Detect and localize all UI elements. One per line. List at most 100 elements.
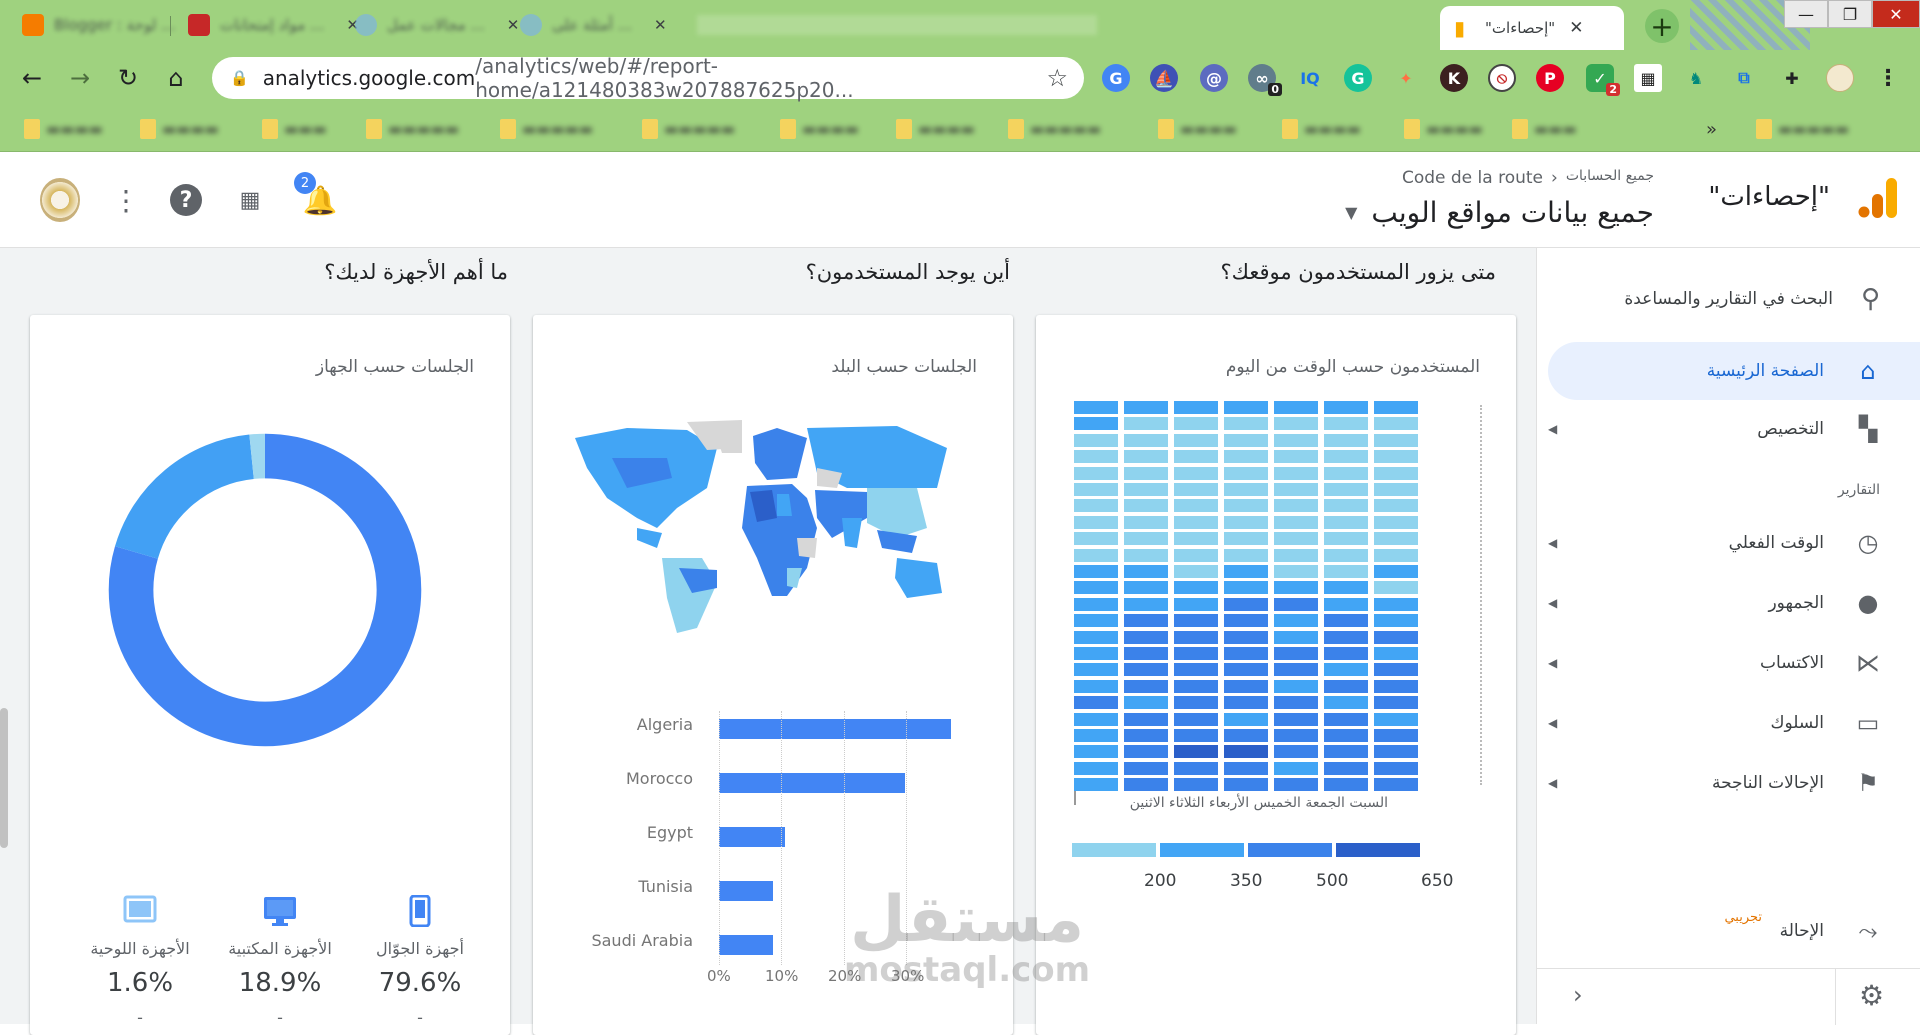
heatmap-cell — [1224, 630, 1268, 644]
bookmark-folder[interactable]: ▬▬▬▬▬ — [1008, 118, 1101, 140]
heatmap-cell — [1224, 499, 1268, 513]
forward-button[interactable]: → — [62, 60, 98, 96]
heatmap-cell — [1074, 499, 1118, 513]
card-sessions-by-device: الجلسات حسب الجهاز أجهزة الجوّال 79.6% -… — [30, 315, 510, 1035]
sidebar-item-behavior[interactable]: ▭ السلوك ◀ — [1536, 694, 1920, 752]
sidebar-item-acquisition[interactable]: ⋊ الاكتساب ◀ — [1536, 634, 1920, 692]
sidebar-item-conversions[interactable]: ⚑ الإحالات الناجحة ◀ — [1536, 754, 1920, 812]
reload-button[interactable]: ↻ — [110, 60, 146, 96]
heatmap-cell — [1174, 433, 1218, 447]
heatmap-cell — [1224, 679, 1268, 693]
new-tab-button[interactable]: + — [1645, 9, 1679, 43]
heatmap-cell — [1174, 729, 1218, 742]
heatmap-cell — [1174, 778, 1218, 792]
maximize-button[interactable]: ❐ — [1828, 0, 1872, 28]
browser-tab-exams[interactable]: مواد إمتحانات ... ✕ — [188, 8, 359, 42]
pinterest-icon[interactable]: P — [1536, 64, 1564, 92]
expand-arrow-icon: ◀ — [1548, 596, 1558, 610]
back-button[interactable]: ← — [14, 60, 50, 96]
breadcrumb-root[interactable]: جميع الحسابات — [1566, 168, 1654, 188]
address-bar[interactable]: 🔒 analytics.google.com/analytics/web/#/r… — [212, 54, 1084, 102]
heatmap-cell — [1374, 433, 1418, 447]
window-close-button[interactable]: ✕ — [1872, 0, 1920, 28]
bookmark-folder[interactable]: ▬▬▬▬ — [1282, 118, 1361, 140]
sidebar-item-home[interactable]: ⌂ الصفحة الرئيسية — [1548, 342, 1920, 400]
sidebar-item-attribution[interactable]: ⤳ الإحالة تجريبي — [1536, 902, 1920, 960]
profile-avatar[interactable] — [1826, 64, 1854, 92]
mobile-icon — [350, 894, 490, 935]
scrollbar-thumb[interactable] — [0, 708, 8, 848]
folder-icon — [262, 119, 278, 139]
close-icon[interactable]: ✕ — [654, 16, 667, 34]
home-button[interactable]: ⌂ — [158, 60, 194, 96]
apps-grid-icon[interactable]: ▦ — [232, 182, 268, 218]
browser-tab-fields[interactable]: مجالات عمل ... ✕ — [355, 8, 519, 42]
bookmark-folder[interactable]: ▬▬▬▬ — [896, 118, 975, 140]
bookmarks-overflow-button[interactable]: » — [1706, 118, 1717, 140]
grammarly-icon[interactable]: G — [1344, 64, 1372, 92]
bookmark-folder[interactable]: ▬▬▬ — [262, 118, 327, 140]
translate-extension-icon[interactable]: G — [1102, 64, 1130, 92]
sidebar-item-customization[interactable]: ▚ التخصيص ◀ — [1536, 400, 1920, 458]
bookmark-star-icon[interactable]: ☆ — [1046, 64, 1068, 92]
lock-icon: 🔒 — [230, 69, 249, 87]
extension-icon[interactable]: ⛵ — [1150, 64, 1178, 92]
shield-extension-icon[interactable]: ✓ 2 — [1586, 64, 1620, 96]
device-change: - — [417, 1008, 423, 1027]
browser-tab-strip: Blogger : لوحة ... ✕ مواد إمتحانات ... ✕… — [0, 0, 1920, 50]
heatmap-cell — [1274, 466, 1318, 480]
folder-icon — [1008, 119, 1024, 139]
qr-code-icon[interactable]: ▦ — [1634, 64, 1662, 92]
more-options-icon[interactable]: ⋮ — [108, 182, 144, 218]
browser-tab-analytics[interactable]: ▮ "إحصاءات" ✕ — [1440, 6, 1624, 50]
property-name[interactable]: "إحصاءات" — [1708, 182, 1830, 212]
heatmap-legend-swatch — [1336, 843, 1420, 857]
heatmap-cell — [1324, 729, 1368, 742]
bookmark-folder[interactable]: ▬▬▬▬ — [24, 118, 103, 140]
bookmark-folder[interactable]: ▬▬▬▬▬ — [1756, 118, 1849, 140]
sidebar-search[interactable]: ⚲ البحث في التقارير والمساعدة — [1624, 284, 1880, 314]
heatmap-cell — [1224, 712, 1268, 726]
link-extension-icon[interactable]: ∞ 0 — [1248, 64, 1282, 96]
close-icon[interactable]: ✕ — [507, 16, 520, 34]
account-avatar[interactable] — [40, 178, 80, 222]
breadcrumb-account[interactable]: Code de la route — [1402, 168, 1543, 188]
browser-tab-blogger[interactable]: Blogger : لوحة ... ✕ — [22, 8, 210, 42]
k-extension-icon[interactable]: K — [1440, 64, 1468, 92]
expand-arrow-icon: ◀ — [1548, 656, 1558, 670]
heatmap-cell — [1374, 499, 1418, 513]
bookmark-folder[interactable]: ▬▬▬▬▬ — [642, 118, 735, 140]
iq-extension-icon[interactable]: IQ — [1296, 64, 1324, 92]
bookmark-folder[interactable]: ▬▬▬▬ — [780, 118, 859, 140]
heatmap-cell — [1274, 401, 1318, 414]
block-extension-icon[interactable]: ⦸ — [1488, 64, 1516, 92]
extension-icon[interactable]: ✦ — [1392, 64, 1420, 92]
bookmark-folder[interactable]: ▬▬▬▬▬ — [500, 118, 593, 140]
email-extension-icon[interactable]: @ — [1200, 64, 1228, 92]
minimize-button[interactable]: — — [1784, 0, 1828, 28]
bookmark-folder[interactable]: ▬▬▬▬▬ — [366, 118, 459, 140]
help-icon[interactable]: ? — [168, 182, 204, 218]
heatmap-cell — [1274, 433, 1318, 447]
heatmap-cell — [1374, 679, 1418, 693]
bookmark-folder[interactable]: ▬▬▬▬ — [1158, 118, 1237, 140]
sidebar-item-realtime[interactable]: ◷ الوقت الفعلي ◀ — [1536, 514, 1920, 572]
heatmap-cell — [1224, 663, 1268, 677]
extension-icon[interactable]: ♞ — [1682, 64, 1710, 92]
browser-menu-icon[interactable]: ⋮ — [1874, 64, 1902, 92]
bookmark-folder[interactable]: ▬▬▬▬ — [140, 118, 219, 140]
browser-tab-examples[interactable]: أمثلة على ... ✕ — [520, 8, 667, 42]
view-selector[interactable]: جميع بيانات مواقع الويب ▼ — [1345, 196, 1654, 229]
breadcrumb[interactable]: جميع الحسابات ‹ Code de la route — [1402, 168, 1654, 188]
bookmark-folder[interactable]: ▬▬▬ — [1512, 118, 1577, 140]
browser-tab-blurred[interactable] — [697, 8, 1097, 42]
close-icon[interactable]: ✕ — [1569, 18, 1583, 38]
admin-gear-icon[interactable]: ⚙ — [1859, 979, 1884, 1012]
sidebar-item-audience[interactable]: ● الجمهور ◀ — [1536, 574, 1920, 632]
bookmark-folder[interactable]: ▬▬▬▬ — [1404, 118, 1483, 140]
device-percent: 79.6% — [378, 968, 462, 998]
collapse-sidebar-chevron-icon[interactable]: › — [1573, 981, 1583, 1009]
extensions-puzzle-icon[interactable]: ✚ — [1778, 64, 1806, 92]
heatmap-cell — [1124, 597, 1168, 611]
extension-icon[interactable]: ⧉ — [1730, 64, 1758, 92]
